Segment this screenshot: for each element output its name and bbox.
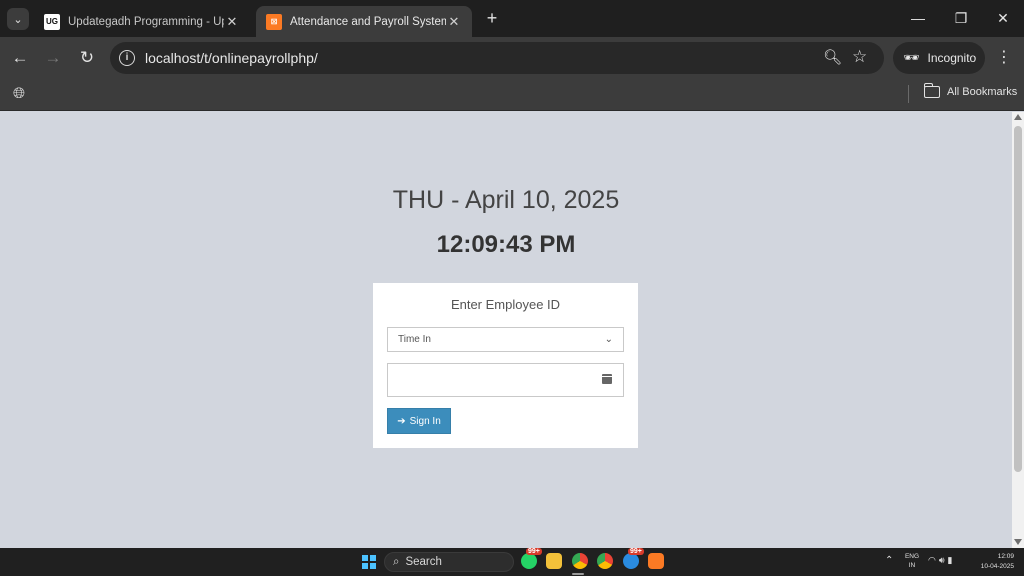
attendance-login-box: Enter Employee ID Time In ⌄ ➔ Sign In — [373, 283, 638, 448]
restore-icon[interactable]: ❐ — [949, 7, 973, 29]
chevron-down-icon: ⌄ — [604, 334, 613, 345]
whatsapp-icon[interactable]: 99+ — [521, 548, 542, 569]
taskbar-search[interactable]: ⌕ Search — [384, 552, 514, 572]
taskbar-search-label: Search — [405, 556, 442, 568]
browser-toolbar: ← → ↻ i localhost/t/onlinepayrollphp/ 🔍︎… — [0, 37, 1024, 79]
window-close-icon[interactable]: ✕ — [991, 7, 1015, 29]
volume-icon: 🔊︎ — [938, 555, 948, 565]
more-menu-icon[interactable]: ⋮ — [994, 47, 1014, 69]
language-bottom: IN — [908, 562, 916, 569]
reload-icon[interactable]: ↻ — [76, 47, 98, 69]
tab-attendance-payroll[interactable]: ⊠ Attendance and Payroll System ✕ — [256, 6, 472, 37]
chevron-down-icon: ⌄ — [13, 13, 23, 26]
url-text[interactable]: localhost/t/onlinepayrollphp/ — [145, 50, 318, 66]
close-tab-icon[interactable]: ✕ — [446, 14, 462, 30]
language-top: ENG — [904, 553, 920, 560]
tray-status-icons[interactable]: ◠🔊︎▮ — [928, 555, 955, 566]
forward-arrow-icon[interactable]: → — [42, 47, 64, 69]
wifi-icon: ◠ — [928, 555, 939, 565]
xampp-icon[interactable] — [648, 553, 664, 569]
select-value: Time In — [398, 334, 431, 345]
windows-start-icon[interactable] — [362, 555, 376, 569]
scrollbar-thumb[interactable] — [1014, 126, 1022, 472]
search-icon: ⌕ — [393, 555, 400, 568]
all-bookmarks-label: All Bookmarks — [947, 86, 1018, 98]
page-viewport: THU - April 10, 2025 12:09:43 PM Enter E… — [0, 112, 1012, 548]
windows-taskbar: ⌕ Search 99+ 99+ ⌃ ENG IN ◠🔊︎▮ 12:09 10-… — [0, 548, 1024, 576]
tab-title: Attendance and Payroll System — [290, 15, 446, 28]
attendance-status-select[interactable]: Time In ⌄ — [387, 327, 624, 352]
chrome-profile-icon[interactable] — [597, 553, 613, 569]
incognito-label: Incognito — [927, 51, 977, 65]
tab-updategadh[interactable]: UG Updategadh Programming - Upda ✕ — [34, 6, 250, 37]
file-explorer-icon[interactable] — [546, 553, 562, 569]
site-info-icon[interactable]: i — [119, 50, 135, 66]
bookmark-star-icon[interactable]: ☆ — [852, 47, 867, 67]
minimize-icon[interactable]: — — [906, 7, 930, 29]
tray-chevron-up-icon[interactable]: ⌃ — [885, 555, 893, 566]
incognito-button[interactable]: 🕶︎ Incognito — [893, 42, 985, 74]
browser-tabstrip: ⌄ UG Updategadh Programming - Upda ✕ ⊠ A… — [0, 0, 1024, 37]
tab-title: Updategadh Programming - Upda — [68, 15, 224, 28]
battery-icon: ▮ — [947, 555, 956, 565]
globe-icon[interactable]: 🌐︎ — [10, 85, 28, 103]
bookmarks-bar: 🌐︎ All Bookmarks — [0, 79, 1024, 111]
employee-id-input[interactable] — [387, 363, 624, 397]
calendar-icon — [602, 374, 612, 384]
taskbar-clock[interactable]: 12:09 10-04-2025 — [970, 552, 1014, 572]
login-box-title: Enter Employee ID — [450, 297, 561, 312]
page-scrollbar[interactable] — [1012, 112, 1024, 548]
tab-search-button[interactable]: ⌄ — [7, 8, 29, 30]
telegram-icon[interactable]: 99+ — [623, 548, 644, 569]
language-indicator[interactable]: ENG IN — [902, 552, 922, 570]
notification-badge: 99+ — [628, 548, 644, 555]
xampp-favicon-icon: ⊠ — [266, 13, 282, 30]
folder-icon — [923, 83, 940, 98]
active-app-indicator — [572, 573, 584, 575]
scroll-up-icon[interactable] — [1014, 114, 1022, 120]
scroll-down-icon[interactable] — [1014, 539, 1022, 545]
sign-in-button[interactable]: ➔ Sign In — [387, 408, 451, 434]
chrome-icon[interactable] — [572, 553, 588, 569]
back-arrow-icon[interactable]: ← — [9, 47, 31, 69]
address-bar[interactable]: i localhost/t/onlinepayrollphp/ 🔍︎ ☆ — [110, 42, 884, 74]
sign-in-label: Sign In — [409, 415, 441, 427]
clock-date: 10-04-2025 — [980, 563, 1014, 570]
sign-in-icon: ➔ — [397, 415, 406, 427]
current-time: 12:09:43 PM — [436, 231, 576, 258]
bookmarks-divider — [908, 85, 909, 103]
all-bookmarks-button[interactable]: All Bookmarks — [923, 83, 1018, 98]
current-date: THU - April 10, 2025 — [392, 186, 620, 214]
notification-badge: 99+ — [526, 548, 542, 555]
zoom-icon[interactable]: 🔍︎ — [823, 48, 842, 66]
updategadh-favicon-icon: UG — [44, 13, 60, 30]
new-tab-button[interactable]: + — [482, 8, 502, 28]
clock-time: 12:09 — [997, 553, 1014, 560]
incognito-icon: 🕶︎ — [903, 50, 920, 65]
close-tab-icon[interactable]: ✕ — [224, 14, 240, 30]
